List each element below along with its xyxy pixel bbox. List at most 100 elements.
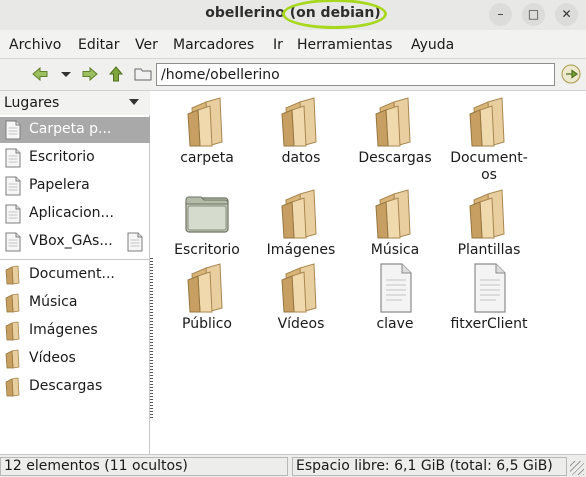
sidebar-item-label: Vídeos bbox=[29, 350, 76, 366]
menu-herramientas[interactable]: Herramientas bbox=[297, 37, 392, 53]
sidebar-item-pictures[interactable]: Imágenes bbox=[0, 318, 150, 344]
folder-icon bbox=[184, 262, 230, 314]
window-title-host-text: (on debian) bbox=[289, 5, 381, 21]
sidebar-item-label: Imágenes bbox=[29, 322, 98, 338]
folder-icon bbox=[184, 96, 230, 148]
sidebar-item-label: Papelera bbox=[29, 177, 90, 193]
up-arrow-icon[interactable] bbox=[107, 65, 125, 83]
status-free-space: Espacio libre: 6,1 GiB (total: 6,5 GiB) bbox=[292, 457, 567, 476]
text-file-icon bbox=[372, 262, 418, 314]
document-icon bbox=[4, 148, 22, 168]
document-icon bbox=[4, 176, 22, 196]
file-label: fitxerClient bbox=[450, 316, 528, 332]
minimize-button[interactable]: – bbox=[489, 3, 512, 26]
path-input[interactable] bbox=[156, 63, 555, 86]
menubar: Archivo Editar Ver Marcadores Ir Herrami… bbox=[0, 30, 586, 59]
sidebar-item-label: VBox_GAs... bbox=[29, 233, 113, 249]
folder-icon bbox=[4, 349, 22, 369]
file-item-folder[interactable]: Imágenes bbox=[256, 188, 346, 259]
forward-arrow-icon[interactable] bbox=[81, 65, 99, 83]
file-label: Imágenes bbox=[266, 242, 336, 258]
sidebar: Lugares Carpeta p... Escritorio Papelera… bbox=[0, 91, 150, 454]
sidebar-item-desktop[interactable]: Escritorio bbox=[0, 145, 150, 171]
window-title-user: obellerino bbox=[205, 5, 285, 21]
document-icon bbox=[4, 232, 22, 252]
file-item-folder[interactable]: Música bbox=[350, 188, 440, 259]
folder-icon bbox=[466, 96, 512, 148]
sidebar-item-downloads[interactable]: Descargas bbox=[0, 374, 150, 400]
folder-icon bbox=[278, 262, 324, 314]
document-icon bbox=[4, 204, 22, 224]
sidebar-divider bbox=[0, 259, 150, 260]
sidebar-item-applications[interactable]: Aplicacion... bbox=[0, 201, 150, 227]
sidebar-item-home[interactable]: Carpeta p... bbox=[0, 117, 150, 143]
file-view: carpeta datos Descargas Document- os Esc… bbox=[153, 91, 586, 454]
file-item-folder[interactable]: Plantillas bbox=[444, 188, 534, 259]
file-label: carpeta bbox=[180, 150, 234, 166]
file-item-folder[interactable]: Document- os bbox=[444, 96, 534, 184]
sidebar-item-label: Escritorio bbox=[29, 149, 95, 165]
folder-icon bbox=[278, 188, 324, 240]
status-item-count: 12 elementos (11 ocultos) bbox=[0, 457, 288, 476]
desktop-folder-icon bbox=[184, 188, 230, 240]
file-item-folder[interactable]: Público bbox=[162, 262, 252, 333]
sidebar-header-label: Lugares bbox=[4, 95, 60, 111]
back-arrow-icon[interactable] bbox=[31, 65, 49, 83]
file-item-folder[interactable]: Escritorio bbox=[162, 188, 252, 259]
statusbar: 12 elementos (11 ocultos) Espacio libre:… bbox=[0, 454, 586, 477]
folder-icon[interactable] bbox=[134, 65, 152, 83]
file-label: Document- os bbox=[450, 150, 528, 183]
file-item-folder[interactable]: Descargas bbox=[350, 96, 440, 167]
menu-ver[interactable]: Ver bbox=[135, 37, 158, 53]
file-label: Descargas bbox=[358, 150, 432, 166]
menu-archivo[interactable]: Archivo bbox=[9, 37, 61, 53]
file-item-folder[interactable]: datos bbox=[256, 96, 346, 167]
sidebar-item-trash[interactable]: Papelera bbox=[0, 173, 150, 199]
folder-icon bbox=[4, 265, 22, 285]
chevron-down-icon[interactable] bbox=[129, 99, 139, 105]
sidebar-item-label: Aplicacion... bbox=[29, 205, 114, 221]
sidebar-item-label: Carpeta p... bbox=[29, 121, 112, 137]
folder-icon bbox=[466, 188, 512, 240]
menu-editar[interactable]: Editar bbox=[78, 37, 119, 53]
sidebar-item-documents[interactable]: Document... bbox=[0, 262, 150, 288]
folder-icon bbox=[4, 377, 22, 397]
menu-ayuda[interactable]: Ayuda bbox=[411, 37, 454, 53]
close-button[interactable]: ✕ bbox=[555, 3, 578, 26]
file-item-file[interactable]: fitxerClient bbox=[444, 262, 534, 333]
text-file-icon bbox=[466, 262, 512, 314]
sidebar-item-videos[interactable]: Vídeos bbox=[0, 346, 150, 372]
sidebar-item-music[interactable]: Música bbox=[0, 290, 150, 316]
file-label: Música bbox=[370, 242, 420, 258]
folder-icon bbox=[4, 321, 22, 341]
window-titlebar[interactable]: obellerino (on debian) – □ ✕ bbox=[0, 0, 586, 30]
history-dropdown-icon[interactable] bbox=[57, 65, 75, 83]
file-label: Plantillas bbox=[457, 242, 521, 258]
sidebar-item-vbox[interactable]: VBox_GAs... bbox=[0, 229, 150, 255]
sidebar-item-label: Música bbox=[29, 294, 78, 310]
folder-icon bbox=[372, 188, 418, 240]
sidebar-item-label: Descargas bbox=[29, 378, 103, 394]
folder-icon bbox=[4, 293, 22, 313]
sidebar-item-label: Document... bbox=[29, 266, 115, 282]
folder-icon bbox=[278, 96, 324, 148]
folder-icon bbox=[372, 96, 418, 148]
file-label: datos bbox=[281, 150, 321, 166]
file-item-folder[interactable]: Vídeos bbox=[256, 262, 346, 333]
window-resize-grip[interactable] bbox=[570, 461, 584, 475]
file-label: Público bbox=[182, 316, 232, 332]
document-icon bbox=[4, 120, 22, 140]
file-item-file[interactable]: clave bbox=[350, 262, 440, 333]
file-label: clave bbox=[376, 316, 414, 332]
go-arrow-icon[interactable] bbox=[561, 64, 581, 84]
location-toolbar bbox=[0, 59, 586, 91]
file-label: Escritorio bbox=[174, 242, 240, 258]
menu-marcadores[interactable]: Marcadores bbox=[173, 37, 254, 53]
file-label: Vídeos bbox=[277, 316, 325, 332]
sidebar-header[interactable]: Lugares bbox=[0, 91, 150, 115]
file-item-folder[interactable]: carpeta bbox=[162, 96, 252, 167]
window-title-host: (on debian) bbox=[281, 0, 387, 29]
eject-icon[interactable] bbox=[126, 232, 144, 252]
maximize-button[interactable]: □ bbox=[522, 3, 545, 26]
menu-ir[interactable]: Ir bbox=[273, 37, 283, 53]
